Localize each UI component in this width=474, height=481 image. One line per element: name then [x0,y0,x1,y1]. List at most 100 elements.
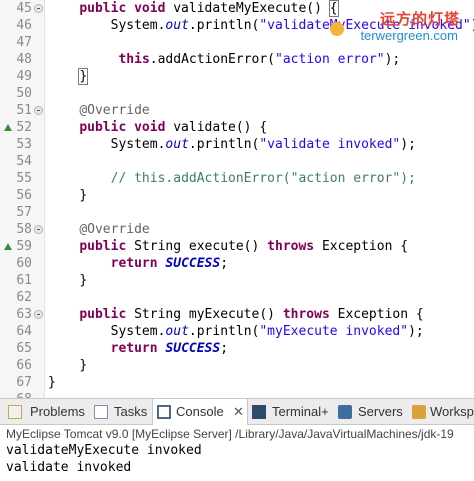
code-text: return SUCCESS; [111,340,228,357]
code-token: SUCCESS [165,341,221,356]
servers-icon [338,405,352,419]
code-token: ); [384,52,401,67]
code-token: System. [110,324,166,339]
code-token: Exception { [337,307,424,322]
code-line[interactable]: 63 public String myExecute() throws Excep… [0,306,474,323]
tab-label: Servers [358,404,403,419]
code-text: @Override [79,221,149,238]
code-token: } [79,273,88,288]
code-token: ; [220,256,229,271]
code-token: validateMyExecute() [173,1,330,16]
code-editor[interactable]: 45 public void validateMyExecute() {46 Sys… [0,0,474,398]
tab-tasks[interactable]: Tasks [92,399,150,425]
code-token: .println( [188,137,260,152]
code-token: out [165,137,189,152]
code-token: ); [408,324,424,339]
code-line[interactable]: 48 this.addActionError("action error"); [0,51,474,68]
code-line[interactable]: 50 [0,85,474,102]
code-token: public void [79,1,174,16]
code-line[interactable]: 66} [0,357,474,374]
code-text: System.out.println("myExecute invoked"); [111,323,424,340]
tab-problems[interactable]: Problems [6,399,86,425]
code-token: } [79,188,88,203]
code-line[interactable]: 52 public void validate() { [0,119,474,136]
code-text: public String execute() throws Exception… [79,238,408,255]
code-token: } [48,375,56,390]
tab-label: Problems [30,404,85,419]
workspace-icon [412,405,426,419]
code-line[interactable]: 58 @Override [0,221,474,238]
line-number: 64 [16,324,32,339]
code-line[interactable]: 57 [0,204,474,221]
line-number: 57 [16,205,32,220]
code-text: public String myExecute() throws Excepti… [79,306,423,323]
line-number: 55 [16,171,32,186]
line-number: 66 [16,358,32,373]
code-token: throws [282,307,338,322]
line-number: 49 [16,69,32,84]
tab-terminal[interactable]: Terminal+ [252,399,332,425]
code-line[interactable]: 68 [0,391,474,398]
code-token: System. [110,18,166,33]
console-icon [157,405,171,419]
code-token: "validate invoked" [259,137,401,152]
fold-toggle-icon[interactable] [34,225,43,234]
code-text: } [48,374,56,391]
line-number: 59 [16,239,32,254]
line-number: 60 [16,256,32,271]
tasks-icon [94,405,108,419]
code-line[interactable]: 56} [0,187,474,204]
code-line[interactable]: 53 System.out.println("validate invoked")… [0,136,474,153]
code-text: @Override [79,102,149,119]
fold-toggle-icon[interactable] [34,106,43,115]
code-line[interactable]: 51 @Override [0,102,474,119]
code-text: this.addActionError("action error"); [118,51,400,68]
code-token: @Override [79,222,150,237]
code-text: // this.addActionError("action error"); [111,170,416,187]
code-line[interactable]: 49} [0,68,474,85]
code-token: System. [110,137,166,152]
code-token: "action error" [275,52,385,67]
code-line[interactable]: 67} [0,374,474,391]
line-number: 63 [16,307,32,322]
code-token: ; [220,341,229,356]
code-text: System.out.println("validate invoked"); [111,136,416,153]
fold-toggle-icon[interactable] [34,4,43,13]
watermark-logo-icon [330,22,344,36]
tab-workspace[interactable]: Workspa [412,399,474,425]
close-icon[interactable]: ✕ [233,399,244,425]
code-line[interactable]: 62 [0,289,474,306]
code-token: ); [400,137,416,152]
line-number: 53 [16,137,32,152]
code-line[interactable]: 61} [0,272,474,289]
line-number: 52 [16,120,32,135]
code-line[interactable]: 60 return SUCCESS; [0,255,474,272]
terminal-icon [252,405,266,419]
code-line[interactable]: 55 // this.addActionError("action error")… [0,170,474,187]
code-text: } [79,272,87,289]
tab-servers[interactable]: Servers [338,399,408,425]
line-number: 45 [16,1,32,16]
code-token: out [165,324,189,339]
code-token: SUCCESS [165,256,221,271]
line-number: 68 [4,391,32,398]
tab-console[interactable]: Console ✕ [152,399,248,425]
code-line[interactable]: 65 return SUCCESS; [0,340,474,357]
watermark-url: terwergreen.com [360,28,458,43]
fold-toggle-icon[interactable] [34,310,43,319]
code-token: .println( [188,18,260,33]
code-token: @Override [79,103,150,118]
code-text: } [78,68,89,85]
code-token: public [79,307,135,322]
bottom-panel: Problems Tasks Console ✕ Terminal+ Serve… [0,398,474,481]
line-number: 46 [16,18,32,33]
code-token: // this.addActionError("action error"); [110,171,416,186]
code-line[interactable]: 64 System.out.println("myExecute invoked"… [0,323,474,340]
code-token: throws [267,239,322,254]
line-number: 65 [16,341,32,356]
code-line[interactable]: 59 public String execute() throws Excepti… [0,238,474,255]
line-number: 67 [16,375,32,390]
line-number: 54 [16,154,32,169]
code-line[interactable]: 54 [0,153,474,170]
view-tab-bar: Problems Tasks Console ✕ Terminal+ Serve… [0,398,474,425]
